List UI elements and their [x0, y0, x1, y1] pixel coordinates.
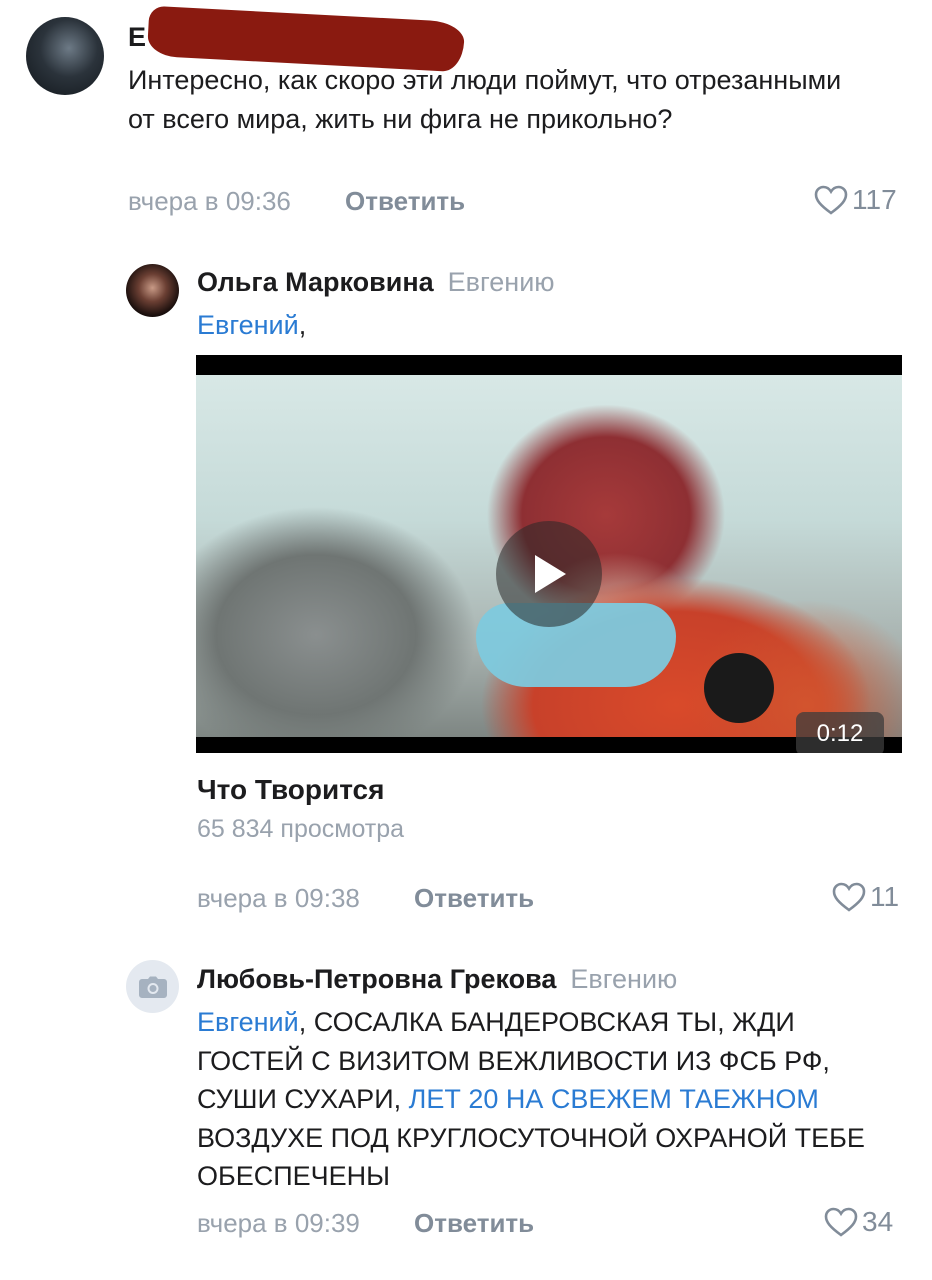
comment-text: Интересно, как скоро эти люди поймут, чт… — [128, 65, 842, 134]
comment-author-name[interactable]: Ольга Марковина — [197, 267, 434, 297]
like-count: 117 — [852, 184, 897, 215]
comment-author-name[interactable]: Е — [128, 22, 146, 53]
heart-outline-icon — [832, 882, 866, 912]
reply-to-label[interactable]: Евгению — [448, 267, 555, 297]
like-count: 34 — [862, 1206, 894, 1237]
video-title[interactable]: Что Творится — [197, 774, 384, 806]
mention-link[interactable]: Евгений — [197, 310, 299, 340]
video-thumbnail: 0:12 — [196, 375, 902, 753]
heart-outline-icon — [814, 185, 848, 215]
avatar[interactable] — [26, 17, 104, 95]
inline-link[interactable]: ЛЕТ 20 НА СВЕЖЕМ ТАЕЖНОМ — [409, 1084, 819, 1114]
camera-icon — [138, 976, 167, 998]
play-button[interactable] — [496, 521, 602, 627]
comment-time: вчера в 09:36 — [128, 186, 291, 216]
video-views: 65 834 просмотра — [197, 815, 405, 843]
comment-text-tail: , — [298, 310, 307, 340]
like-count: 11 — [870, 881, 900, 912]
comment-text: Евгений, СОСАЛКА БАНДЕРОВСКАЯ ТЫ, ЖДИ ГО… — [197, 1003, 897, 1196]
like-button[interactable]: 11 — [832, 881, 899, 913]
comment-text-part: ВОЗДУХЕ ПОД КРУГЛОСУТОЧНОЙ ОХРАНОЙ ТЕБЕ … — [197, 1122, 865, 1192]
avatar[interactable] — [126, 264, 179, 317]
reply-button[interactable]: Ответить — [345, 186, 465, 217]
reply-button[interactable]: Ответить — [414, 1208, 534, 1239]
reply-button[interactable]: Ответить — [414, 883, 534, 914]
play-icon — [535, 555, 566, 593]
like-button[interactable]: 117 — [814, 184, 897, 216]
comment-header: Ольга Марковина Евгению — [197, 267, 555, 298]
mention-link[interactable]: Евгений — [197, 1007, 299, 1037]
heart-outline-icon — [824, 1207, 858, 1237]
comment-author-name[interactable]: Любовь-Петровна Грекова — [197, 964, 556, 994]
comment-time: вчера в 09:39 — [197, 1208, 360, 1238]
video-duration: 0:12 — [796, 712, 884, 753]
comment-header: Любовь-Петровна Грекова Евгению — [197, 964, 677, 995]
comment-text: Евгений, — [197, 306, 306, 345]
like-button[interactable]: 34 — [824, 1206, 893, 1238]
avatar[interactable] — [126, 960, 179, 1013]
video-player[interactable]: 0:12 — [196, 355, 902, 753]
thumbnail-microphone-shape — [704, 653, 774, 723]
reply-to-label[interactable]: Евгению — [570, 964, 677, 994]
comment-time: вчера в 09:38 — [197, 883, 360, 913]
